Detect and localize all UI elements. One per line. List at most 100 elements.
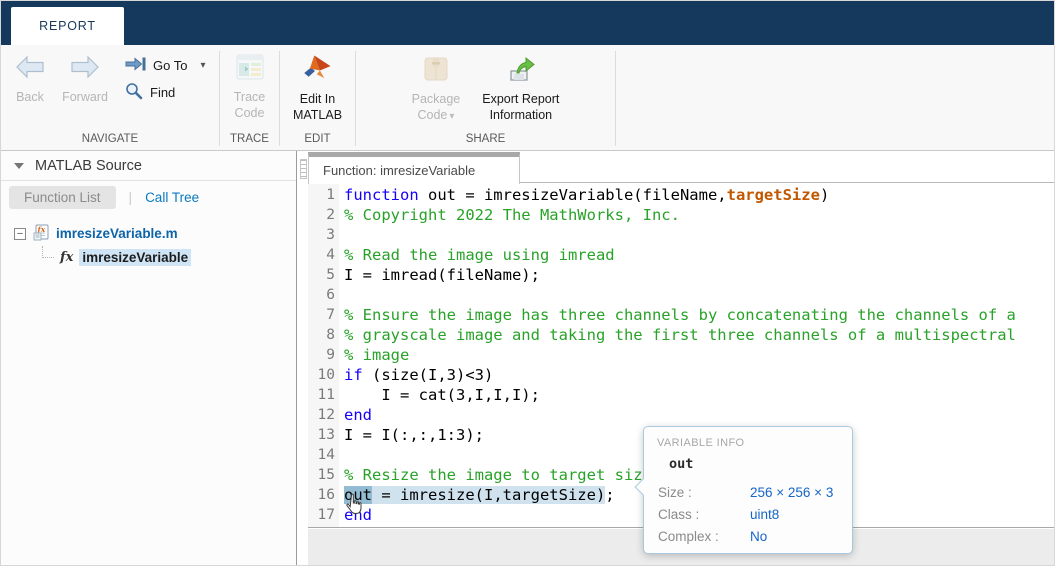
toolstrip-header: REPORT (1, 1, 1054, 45)
line-number: 4 (308, 245, 335, 265)
size-label: Size : (658, 485, 750, 500)
line-content[interactable] (335, 225, 344, 245)
class-label: Class : (658, 507, 750, 522)
trace-code-button[interactable]: Trace Code (230, 54, 270, 121)
section-label-edit: EDIT (280, 133, 355, 150)
goto-icon (125, 56, 146, 75)
line-number: 8 (308, 325, 335, 345)
package-code-button[interactable]: Package Code▾ (408, 54, 465, 125)
tooltip-row-complex: Complex : No (658, 529, 852, 551)
line-content[interactable]: I = I(:,:,1:3); (335, 425, 484, 445)
toolbar-group-share: Package Code▾ Export Report Information … (356, 45, 615, 150)
line-number: 10 (308, 365, 335, 385)
tree-connector (42, 246, 54, 258)
toolbar-separator (615, 51, 616, 146)
code-line[interactable]: 8% grayscale image and taking the first … (308, 325, 1054, 345)
tab-divider: | (129, 190, 133, 205)
export-report-button[interactable]: Export Report Information (478, 54, 563, 123)
panel-splitter[interactable] (298, 151, 308, 565)
tree-item-file[interactable]: − fx imresizeVariable.m (1, 222, 296, 245)
tree-function-label: imresizeVariable (79, 249, 191, 266)
package-box-icon (421, 54, 451, 87)
line-content[interactable] (335, 445, 344, 465)
forward-arrow-icon (69, 54, 101, 85)
code-line[interactable]: 9% image (308, 345, 1054, 365)
edit-in-matlab-label: Edit In MATLAB (293, 91, 342, 123)
package-code-label: Package Code▾ (412, 91, 461, 125)
tab-call-tree[interactable]: Call Tree (145, 190, 199, 205)
code-line[interactable]: 6 (308, 285, 1054, 305)
collapse-triangle-icon[interactable] (14, 163, 24, 169)
goto-button[interactable]: Go To ▾ (121, 52, 209, 79)
line-number: 12 (308, 405, 335, 425)
tree-item-function[interactable]: fx imresizeVariable (1, 245, 296, 269)
collapse-icon[interactable]: − (14, 228, 26, 240)
function-tree: − fx imresizeVariable.m fx imresizeVaria… (1, 214, 296, 269)
code-line[interactable]: 3 (308, 225, 1054, 245)
function-file-icon: fx (33, 224, 49, 244)
line-content[interactable]: function out = imresizeVariable(fileName… (335, 185, 829, 205)
edit-in-matlab-button[interactable]: Edit In MATLAB (289, 54, 346, 123)
splitter-grip-icon[interactable] (300, 159, 307, 179)
section-label-share: SHARE (356, 133, 615, 150)
trace-code-icon (236, 54, 264, 85)
back-label: Back (16, 89, 44, 105)
variable-info-tooltip: VARIABLE INFO out Size : 256 × 256 × 3 C… (643, 426, 853, 554)
line-number: 5 (308, 265, 335, 285)
forward-button[interactable]: Forward (55, 54, 115, 105)
class-value: uint8 (750, 507, 779, 522)
find-button[interactable]: Find (121, 79, 209, 106)
line-number: 3 (308, 225, 335, 245)
code-line[interactable]: 1function out = imresizeVariable(fileNam… (308, 185, 1054, 205)
line-content[interactable]: % Resize the image to target size (335, 465, 652, 485)
toolbar-group-navigate: Back Forward Go To ▾ (1, 45, 219, 150)
code-line[interactable]: 11 I = cat(3,I,I,I); (308, 385, 1054, 405)
tooltip-row-class: Class : uint8 (658, 507, 852, 529)
tooltip-rows: Size : 256 × 256 × 3 Class : uint8 Compl… (644, 472, 852, 551)
line-content[interactable]: % Copyright 2022 The MathWorks, Inc. (335, 205, 680, 225)
line-content[interactable]: out = imresize(I,targetSize); (335, 485, 615, 505)
code-line[interactable]: 7% Ensure the image has three channels b… (308, 305, 1054, 325)
chevron-down-icon: ▾ (200, 60, 205, 71)
line-content[interactable]: % image (335, 345, 409, 365)
matlab-source-panel: MATLAB Source Function List | Call Tree … (1, 151, 297, 565)
line-content[interactable]: % Ensure the image has three channels by… (335, 305, 1016, 325)
trace-code-label: Trace Code (234, 89, 266, 121)
line-content[interactable]: I = cat(3,I,I,I); (335, 385, 540, 405)
toolstrip: Back Forward Go To ▾ (1, 45, 1054, 151)
sidebar-title: MATLAB Source (35, 158, 142, 174)
matlab-logo-icon (303, 54, 333, 87)
line-content[interactable]: if (size(I,3)<3) (335, 365, 493, 385)
sidebar-header[interactable]: MATLAB Source (1, 151, 296, 181)
line-number: 14 (308, 445, 335, 465)
code-line[interactable]: 12end (308, 405, 1054, 425)
search-icon (125, 82, 143, 103)
code-line[interactable]: 4% Read the image using imread (308, 245, 1054, 265)
section-label-trace: TRACE (220, 133, 279, 150)
code-line[interactable]: 2% Copyright 2022 The MathWorks, Inc. (308, 205, 1054, 225)
tab-report[interactable]: REPORT (11, 7, 124, 45)
complex-value: No (750, 529, 767, 544)
line-content[interactable]: I = imread(fileName); (335, 265, 540, 285)
line-number: 11 (308, 385, 335, 405)
line-number: 7 (308, 305, 335, 325)
code-line[interactable]: 10if (size(I,3)<3) (308, 365, 1054, 385)
code-line[interactable]: 5I = imread(fileName); (308, 265, 1054, 285)
goto-label: Go To (153, 58, 187, 73)
section-label-navigate: NAVIGATE (1, 133, 219, 150)
document-tab-row: Function: imresizeVariable (308, 151, 1054, 183)
tab-function-list[interactable]: Function List (9, 186, 116, 209)
line-content[interactable]: % Read the image using imread (335, 245, 615, 265)
line-content[interactable] (335, 285, 344, 305)
line-number: 13 (308, 425, 335, 445)
line-content[interactable]: % grayscale image and taking the first t… (335, 325, 1016, 345)
line-content[interactable]: end (335, 405, 372, 425)
size-value: 256 × 256 × 3 (750, 485, 833, 500)
back-arrow-icon (14, 54, 46, 85)
chevron-down-icon: ▾ (449, 111, 454, 122)
back-button[interactable]: Back (5, 54, 55, 105)
tab-function-imresizevariable[interactable]: Function: imresizeVariable (308, 152, 520, 184)
toolbar-group-edit: Edit In MATLAB EDIT (280, 45, 355, 150)
tab-report-label: REPORT (39, 19, 96, 33)
line-number: 1 (308, 185, 335, 205)
